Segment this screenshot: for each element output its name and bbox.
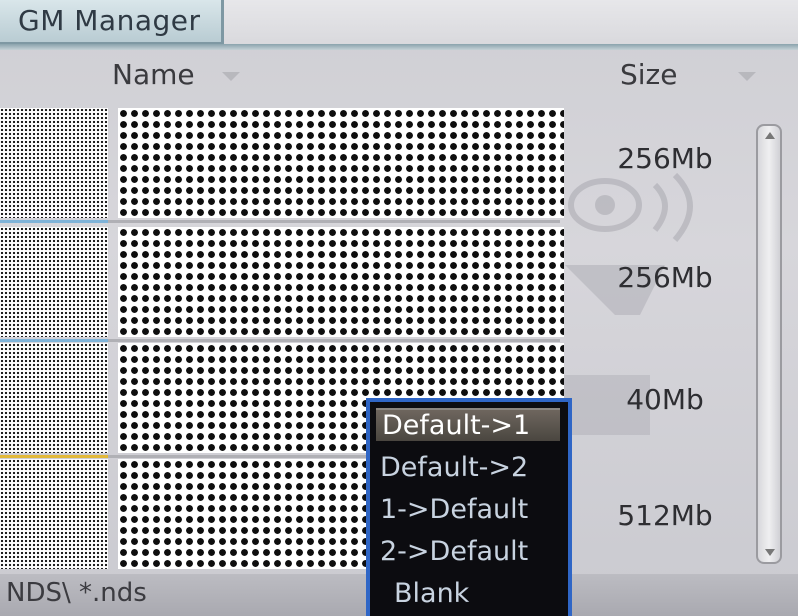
game-row[interactable]: 256Mb xyxy=(0,227,760,342)
game-size: 512Mb xyxy=(617,499,713,532)
row-accent-line xyxy=(0,339,108,342)
name-column-header[interactable]: Name xyxy=(112,58,195,91)
scroll-down-arrow-icon[interactable] xyxy=(765,549,775,556)
game-name-field xyxy=(118,108,564,218)
game-size: 256Mb xyxy=(617,142,713,175)
list-header: Name Size xyxy=(0,50,798,102)
game-icon-thumbnail xyxy=(0,108,108,218)
tab-bar: GM Manager xyxy=(0,0,798,48)
tab-label: GM Manager xyxy=(18,4,201,37)
gm-manager-screen: GM Manager Name Size 256Mb 256Mb 40Mb 51… xyxy=(0,0,798,616)
vertical-scrollbar[interactable] xyxy=(756,124,782,564)
current-path: NDS\ *.nds xyxy=(6,578,147,608)
game-size: 40Mb xyxy=(626,383,704,416)
game-row[interactable]: 256Mb xyxy=(0,108,760,223)
row-accent-line xyxy=(0,455,108,458)
menu-item-default-to-2[interactable]: Default->2 xyxy=(380,452,528,483)
game-size: 256Mb xyxy=(617,261,713,294)
row-accent-line xyxy=(0,220,108,223)
menu-item-blank[interactable]: Blank xyxy=(394,578,469,609)
context-menu: Default->1 Default->2 1->Default 2->Defa… xyxy=(366,398,572,616)
game-icon-thumbnail xyxy=(0,459,108,569)
game-icon-thumbnail xyxy=(0,227,108,337)
scroll-up-arrow-icon[interactable] xyxy=(765,132,775,139)
game-name-field xyxy=(118,227,564,337)
name-sort-arrow-icon[interactable] xyxy=(222,72,240,81)
menu-item-default-to-1[interactable]: Default->1 xyxy=(376,408,560,441)
size-sort-arrow-icon[interactable] xyxy=(738,72,756,81)
tab-gm-manager[interactable]: GM Manager xyxy=(0,0,224,44)
game-icon-thumbnail xyxy=(0,343,108,453)
menu-item-1-to-default[interactable]: 1->Default xyxy=(380,494,528,525)
size-column-header[interactable]: Size xyxy=(620,58,677,91)
menu-item-2-to-default[interactable]: 2->Default xyxy=(380,536,528,567)
